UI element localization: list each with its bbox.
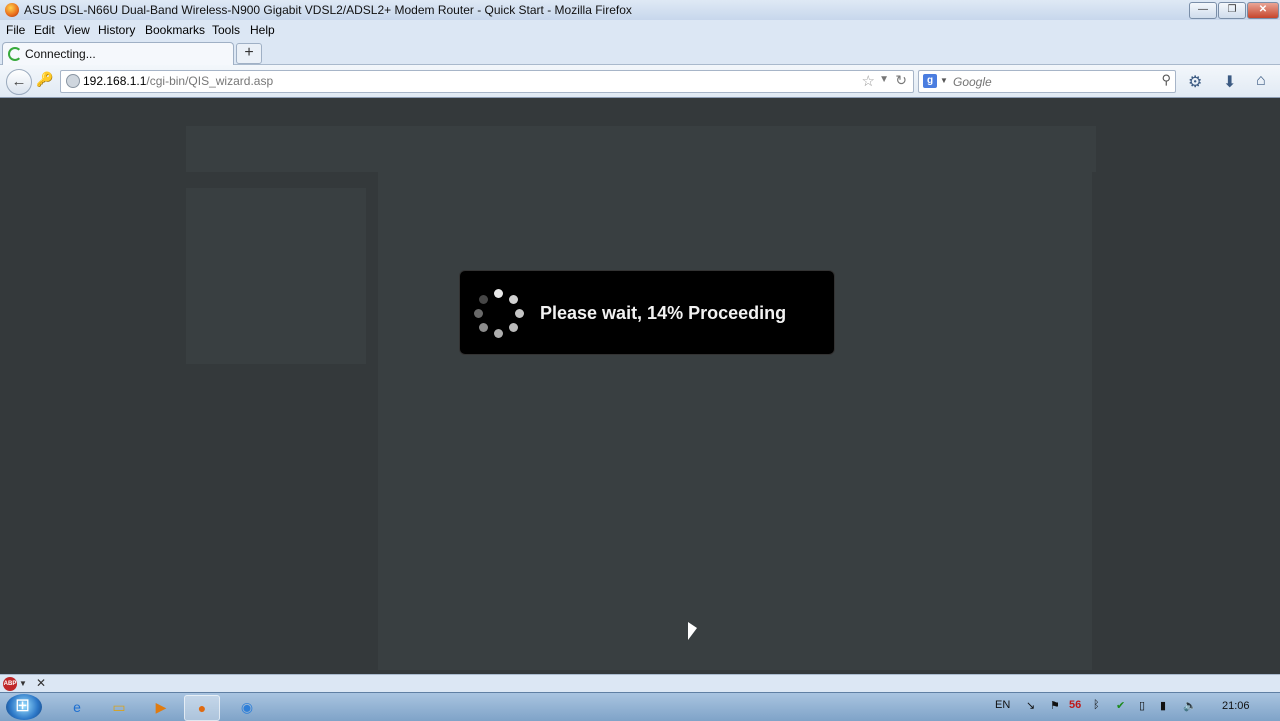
key-icon[interactable]: 🔑	[36, 71, 53, 88]
menu-edit[interactable]: Edit	[34, 23, 55, 37]
ghost-sidebar	[186, 188, 366, 364]
reload-icon[interactable]: ↻	[895, 72, 907, 89]
adblock-dropdown-icon[interactable]: ▼	[19, 679, 27, 688]
window-title: ASUS DSL-N66U Dual-Band Wireless-N900 Gi…	[24, 3, 632, 17]
loading-spinner-icon	[8, 47, 22, 61]
menu-help[interactable]: Help	[250, 23, 275, 37]
google-engine-icon[interactable]: g	[923, 74, 937, 88]
close-addon-bar-button[interactable]: ✕	[36, 676, 46, 690]
battery-icon[interactable]: ▯	[1139, 699, 1145, 712]
mouse-cursor-icon	[688, 622, 697, 640]
address-bar[interactable]: 192.168.1.1/cgi-bin/QIS_wizard.asp ☆ ▼ ↻	[60, 70, 914, 93]
url-text: 192.168.1.1/cgi-bin/QIS_wizard.asp	[83, 74, 273, 88]
firefox-logo-icon	[5, 3, 19, 17]
adblock-plus-icon[interactable]: ABP	[3, 677, 17, 691]
search-box[interactable]: g ▼ ⚲	[918, 70, 1176, 93]
window-title-bar[interactable]: ASUS DSL-N66U Dual-Band Wireless-N900 Gi…	[0, 0, 1280, 21]
back-button[interactable]: ←	[6, 69, 32, 95]
tray-flag-icon[interactable]: ⚑	[1050, 699, 1060, 712]
tab-bar: Connecting... +	[0, 40, 1280, 65]
tab-label: Connecting...	[25, 47, 96, 61]
restore-button[interactable]: ❐	[1218, 2, 1246, 19]
search-engine-dropdown-icon[interactable]: ▼	[940, 76, 948, 85]
search-icon[interactable]: ⚲	[1161, 72, 1171, 88]
progress-message: Please wait, 14% Proceeding	[540, 303, 787, 323]
url-host: 192.168.1.1	[83, 74, 147, 88]
media-player-icon[interactable]: ▶	[144, 695, 178, 719]
addon-swirl-icon[interactable]: ⚙	[1188, 72, 1202, 92]
firefox-taskbar-icon[interactable]: ●	[184, 695, 220, 721]
explorer-folder-icon[interactable]: ▭	[102, 695, 136, 719]
volume-icon[interactable]: 🔈	[1183, 699, 1197, 712]
start-button[interactable]	[6, 694, 42, 720]
downloads-icon[interactable]: ⬇	[1223, 72, 1236, 92]
internet-explorer-icon[interactable]: e	[60, 695, 94, 719]
menu-tools[interactable]: Tools	[212, 23, 240, 37]
network-signal-icon[interactable]: ▮	[1160, 699, 1166, 712]
menu-file[interactable]: File	[6, 23, 25, 37]
taskbar-clock[interactable]: 21:06	[1222, 700, 1250, 712]
tray-badge[interactable]: 56	[1069, 699, 1081, 711]
minimize-button[interactable]: —	[1189, 2, 1217, 19]
network-app-icon[interactable]: ◉	[230, 695, 264, 719]
menu-view[interactable]: View	[64, 23, 90, 37]
ghost-main-panel	[378, 164, 1092, 670]
menu-bar: File Edit View History Bookmarks Tools H…	[0, 20, 1280, 40]
menu-history[interactable]: History	[98, 23, 135, 37]
page-content-overlay: Please wait, 14% Proceeding	[0, 98, 1280, 674]
new-tab-button[interactable]: +	[236, 43, 262, 64]
progress-dialog: Please wait, 14% Proceeding	[459, 270, 835, 355]
search-input[interactable]	[951, 72, 1155, 91]
close-window-button[interactable]: ✕	[1247, 2, 1279, 19]
windows-taskbar: e ▭ ▶ ● ◉ EN ↘ ⚑ 56 ᛒ ✔ ▯ ▮ 🔈 21:06	[0, 692, 1280, 721]
tray-arrow-icon[interactable]: ↘	[1026, 699, 1035, 712]
tray-check-icon[interactable]: ✔	[1116, 699, 1125, 712]
bluetooth-icon[interactable]: ᛒ	[1093, 699, 1100, 711]
bookmark-star-icon[interactable]: ☆	[862, 72, 875, 90]
url-path: /cgi-bin/QIS_wizard.asp	[146, 74, 274, 88]
language-indicator[interactable]: EN	[995, 699, 1010, 711]
menu-bookmarks[interactable]: Bookmarks	[145, 23, 205, 37]
loading-spinner-icon	[474, 289, 524, 339]
home-icon[interactable]: ⌂	[1256, 72, 1266, 90]
url-dropdown-icon[interactable]: ▼	[879, 74, 889, 85]
navigation-toolbar: ← 🔑 192.168.1.1/cgi-bin/QIS_wizard.asp ☆…	[0, 65, 1280, 98]
site-identity-icon[interactable]	[66, 74, 80, 88]
addon-bar: ABP ▼ ✕	[0, 674, 1280, 693]
tab-connecting[interactable]: Connecting...	[2, 42, 234, 65]
